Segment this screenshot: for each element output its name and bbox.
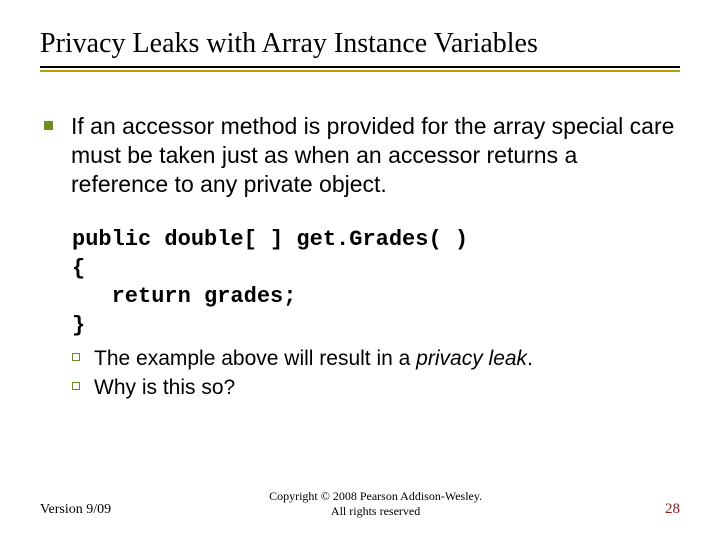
footer: Version 9/09 Copyright © 2008 Pearson Ad… (40, 489, 680, 518)
square-bullet-icon (44, 121, 53, 130)
sub2-text: Why is this so? (94, 374, 235, 401)
bullet-level1: If an accessor method is provided for th… (44, 112, 680, 198)
sub1-part-c: . (527, 347, 533, 370)
copyright-line2: All rights reserved (111, 504, 640, 518)
slide-body: If an accessor method is provided for th… (40, 112, 680, 401)
sub1-part-a: The example above will result in a (94, 347, 416, 370)
square-outline-bullet-icon (72, 382, 80, 390)
copyright: Copyright © 2008 Pearson Addison-Wesley.… (111, 489, 640, 518)
bullet-level2: Why is this so? (72, 374, 680, 401)
sub1-italic: privacy leak (416, 347, 527, 370)
slide-title: Privacy Leaks with Array Instance Variab… (40, 28, 680, 60)
title-rule-dark (40, 66, 680, 68)
square-outline-bullet-icon (72, 353, 80, 361)
copyright-line1: Copyright © 2008 Pearson Addison-Wesley. (111, 489, 640, 503)
para1-text: If an accessor method is provided for th… (71, 112, 680, 198)
bullet-level2: The example above will result in a priva… (72, 345, 680, 372)
title-rule-accent (40, 70, 680, 72)
code-block: public double[ ] get.Grades( ) { return … (72, 226, 680, 340)
sub1-text: The example above will result in a priva… (94, 345, 533, 372)
slide: Privacy Leaks with Array Instance Variab… (0, 0, 720, 540)
version-label: Version 9/09 (40, 502, 111, 518)
page-number: 28 (640, 501, 680, 518)
